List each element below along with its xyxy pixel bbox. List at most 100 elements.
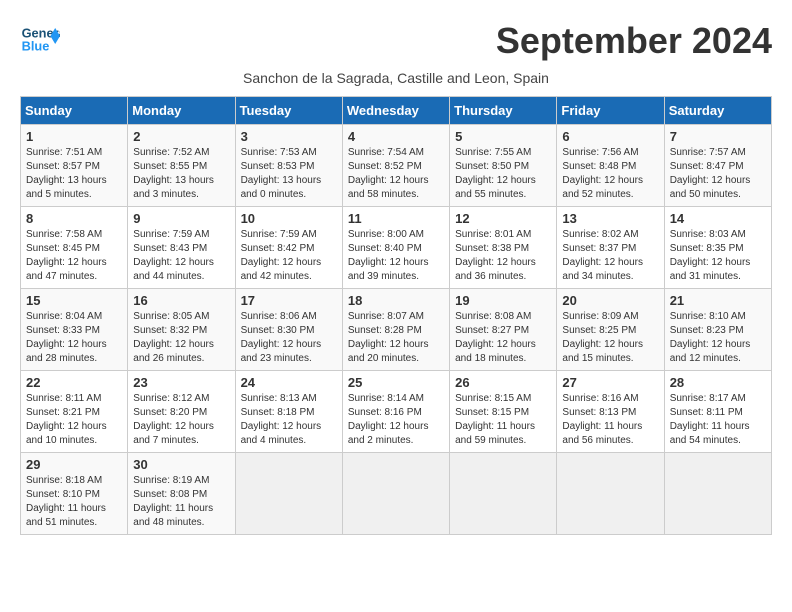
- calendar-cell: 11Sunrise: 8:00 AM Sunset: 8:40 PM Dayli…: [342, 207, 449, 289]
- calendar-cell: 19 Sunrise: 8:08 AM Sunset: 8:27 PM Dayli…: [450, 289, 557, 371]
- day-info: Sunrise: 8:09 AM Sunset: 8:25 PM Dayligh…: [562, 310, 658, 366]
- day-info: Sunrise: 8:15 AM Sunset: 8:15 PM Dayligh…: [455, 392, 551, 448]
- calendar-cell: 9 Sunrise: 7:59 AM Sunset: 8:43 PM Daylig…: [128, 207, 235, 289]
- column-header-wednesday: Wednesday: [342, 97, 449, 125]
- day-info: Sunrise: 7:56 AM Sunset: 8:48 PM Dayligh…: [562, 146, 658, 202]
- column-header-tuesday: Tuesday: [235, 97, 342, 125]
- day-number: 4: [348, 129, 444, 144]
- day-number: 10: [241, 211, 337, 226]
- calendar-cell: 12 Sunrise: 8:01 AM Sunset: 8:38 PM Dayli…: [450, 207, 557, 289]
- day-number: 11: [348, 211, 444, 226]
- day-info: Sunrise: 7:52 AM Sunset: 8:55 PM Dayligh…: [133, 146, 229, 202]
- calendar-cell: 2 Sunrise: 7:52 AM Sunset: 8:55 PM Daylig…: [128, 125, 235, 207]
- day-info: Sunrise: 8:02 AM Sunset: 8:37 PM Dayligh…: [562, 228, 658, 284]
- day-info: Sunrise: 8:03 AM Sunset: 8:35 PM Dayligh…: [670, 228, 766, 284]
- day-number: 15: [26, 293, 122, 308]
- calendar-table: SundayMondayTuesdayWednesdayThursdayFrid…: [20, 96, 772, 535]
- calendar-cell: 8 Sunrise: 7:58 AM Sunset: 8:45 PM Daylig…: [21, 207, 128, 289]
- day-number: 13: [562, 211, 658, 226]
- calendar-cell: 25 Sunrise: 8:14 AM Sunset: 8:16 PM Dayli…: [342, 371, 449, 453]
- day-number: 14: [670, 211, 766, 226]
- calendar-cell: 1Sunrise: 7:51 AM Sunset: 8:57 PM Daylig…: [21, 125, 128, 207]
- column-header-monday: Monday: [128, 97, 235, 125]
- column-header-thursday: Thursday: [450, 97, 557, 125]
- day-number: 8: [26, 211, 122, 226]
- day-number: 20: [562, 293, 658, 308]
- calendar-cell: 16 Sunrise: 8:05 AM Sunset: 8:32 PM Dayli…: [128, 289, 235, 371]
- day-number: 12: [455, 211, 551, 226]
- calendar-cell: 27 Sunrise: 8:16 AM Sunset: 8:13 PM Dayli…: [557, 371, 664, 453]
- day-number: 26: [455, 375, 551, 390]
- day-number: 30: [133, 457, 229, 472]
- day-number: 27: [562, 375, 658, 390]
- calendar-cell: 17 Sunrise: 8:06 AM Sunset: 8:30 PM Dayli…: [235, 289, 342, 371]
- calendar-cell: 10 Sunrise: 7:59 AM Sunset: 8:42 PM Dayli…: [235, 207, 342, 289]
- day-info: Sunrise: 7:55 AM Sunset: 8:50 PM Dayligh…: [455, 146, 551, 202]
- day-info: Sunrise: 8:11 AM Sunset: 8:21 PM Dayligh…: [26, 392, 122, 448]
- calendar-cell: [664, 453, 771, 535]
- day-info: Sunrise: 8:19 AM Sunset: 8:08 PM Dayligh…: [133, 474, 229, 530]
- day-number: 28: [670, 375, 766, 390]
- calendar-cell: 3 Sunrise: 7:53 AM Sunset: 8:53 PM Daylig…: [235, 125, 342, 207]
- day-info: Sunrise: 8:13 AM Sunset: 8:18 PM Dayligh…: [241, 392, 337, 448]
- day-info: Sunrise: 8:12 AM Sunset: 8:20 PM Dayligh…: [133, 392, 229, 448]
- day-number: 7: [670, 129, 766, 144]
- day-info: Sunrise: 8:07 AM Sunset: 8:28 PM Dayligh…: [348, 310, 444, 366]
- day-info: Sunrise: 7:54 AM Sunset: 8:52 PM Dayligh…: [348, 146, 444, 202]
- day-info: Sunrise: 8:10 AM Sunset: 8:23 PM Dayligh…: [670, 310, 766, 366]
- calendar-cell: 7 Sunrise: 7:57 AM Sunset: 8:47 PM Daylig…: [664, 125, 771, 207]
- day-info: Sunrise: 7:58 AM Sunset: 8:45 PM Dayligh…: [26, 228, 122, 284]
- calendar-cell: 21 Sunrise: 8:10 AM Sunset: 8:23 PM Dayli…: [664, 289, 771, 371]
- calendar-cell: 14 Sunrise: 8:03 AM Sunset: 8:35 PM Dayli…: [664, 207, 771, 289]
- day-number: 9: [133, 211, 229, 226]
- day-info: Sunrise: 8:06 AM Sunset: 8:30 PM Dayligh…: [241, 310, 337, 366]
- calendar-cell: [450, 453, 557, 535]
- day-info: Sunrise: 8:16 AM Sunset: 8:13 PM Dayligh…: [562, 392, 658, 448]
- day-number: 6: [562, 129, 658, 144]
- day-number: 17: [241, 293, 337, 308]
- calendar-cell: [557, 453, 664, 535]
- day-number: 16: [133, 293, 229, 308]
- calendar-cell: 5 Sunrise: 7:55 AM Sunset: 8:50 PM Daylig…: [450, 125, 557, 207]
- calendar-cell: 15 Sunrise: 8:04 AM Sunset: 8:33 PM Dayli…: [21, 289, 128, 371]
- day-number: 24: [241, 375, 337, 390]
- day-info: Sunrise: 7:53 AM Sunset: 8:53 PM Dayligh…: [241, 146, 337, 202]
- logo: General Blue: [20, 20, 64, 60]
- day-info: Sunrise: 7:57 AM Sunset: 8:47 PM Dayligh…: [670, 146, 766, 202]
- header: General Blue September 2024: [20, 20, 772, 62]
- column-header-saturday: Saturday: [664, 97, 771, 125]
- calendar-cell: 24 Sunrise: 8:13 AM Sunset: 8:18 PM Dayli…: [235, 371, 342, 453]
- day-info: Sunrise: 8:17 AM Sunset: 8:11 PM Dayligh…: [670, 392, 766, 448]
- day-number: 5: [455, 129, 551, 144]
- day-info: Sunrise: 8:14 AM Sunset: 8:16 PM Dayligh…: [348, 392, 444, 448]
- day-info: Sunrise: 7:59 AM Sunset: 8:43 PM Dayligh…: [133, 228, 229, 284]
- day-number: 23: [133, 375, 229, 390]
- calendar-cell: 6 Sunrise: 7:56 AM Sunset: 8:48 PM Daylig…: [557, 125, 664, 207]
- day-info: Sunrise: 8:05 AM Sunset: 8:32 PM Dayligh…: [133, 310, 229, 366]
- day-info: Sunrise: 7:59 AM Sunset: 8:42 PM Dayligh…: [241, 228, 337, 284]
- day-number: 1: [26, 129, 122, 144]
- calendar-cell: 20 Sunrise: 8:09 AM Sunset: 8:25 PM Dayli…: [557, 289, 664, 371]
- column-header-sunday: Sunday: [21, 97, 128, 125]
- day-number: 21: [670, 293, 766, 308]
- calendar-cell: 29Sunrise: 8:18 AM Sunset: 8:10 PM Dayli…: [21, 453, 128, 535]
- month-title: September 2024: [496, 20, 772, 62]
- logo-icon: General Blue: [20, 20, 60, 60]
- calendar-cell: 28 Sunrise: 8:17 AM Sunset: 8:11 PM Dayli…: [664, 371, 771, 453]
- day-info: Sunrise: 8:01 AM Sunset: 8:38 PM Dayligh…: [455, 228, 551, 284]
- column-header-friday: Friday: [557, 97, 664, 125]
- day-number: 2: [133, 129, 229, 144]
- day-info: Sunrise: 8:04 AM Sunset: 8:33 PM Dayligh…: [26, 310, 122, 366]
- subtitle: Sanchon de la Sagrada, Castille and Leon…: [20, 70, 772, 86]
- day-number: 25: [348, 375, 444, 390]
- day-info: Sunrise: 8:18 AM Sunset: 8:10 PM Dayligh…: [26, 474, 122, 530]
- day-number: 19: [455, 293, 551, 308]
- calendar-cell: 13 Sunrise: 8:02 AM Sunset: 8:37 PM Dayli…: [557, 207, 664, 289]
- svg-text:Blue: Blue: [22, 38, 50, 53]
- calendar-cell: 26 Sunrise: 8:15 AM Sunset: 8:15 PM Dayli…: [450, 371, 557, 453]
- day-info: Sunrise: 8:08 AM Sunset: 8:27 PM Dayligh…: [455, 310, 551, 366]
- day-number: 3: [241, 129, 337, 144]
- calendar-cell: 22Sunrise: 8:11 AM Sunset: 8:21 PM Dayli…: [21, 371, 128, 453]
- day-number: 18: [348, 293, 444, 308]
- calendar-cell: 30 Sunrise: 8:19 AM Sunset: 8:08 PM Dayli…: [128, 453, 235, 535]
